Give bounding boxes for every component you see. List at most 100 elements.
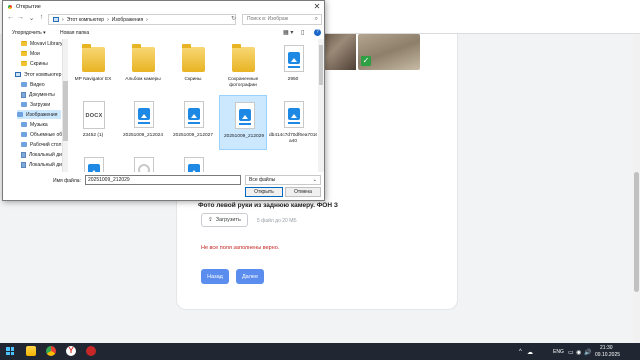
filename-input[interactable]: 20251009_212029 (85, 175, 241, 185)
file-item[interactable]: 20251009_212027 (169, 95, 217, 150)
preview-pane-icon[interactable]: ▯ (301, 29, 304, 36)
sidebar-item[interactable]: Загрузки (21, 100, 50, 109)
folder-icon (82, 44, 105, 72)
photo-band (239, 123, 251, 125)
file-name: 23452 (1) (82, 133, 104, 138)
filetype-select[interactable]: Все файлы ⌄ (245, 175, 321, 185)
up-arrow-icon[interactable]: ↑ (37, 14, 46, 21)
file-item[interactable] (169, 151, 217, 172)
photo-band (138, 122, 150, 124)
organize-menu[interactable]: Упорядочить ▾ (12, 30, 46, 36)
sidebar-item[interactable]: Документы (21, 90, 55, 99)
clock-date[interactable]: 09.10.2025 (595, 352, 620, 358)
next-button[interactable]: Далее (236, 269, 264, 284)
sidebar-item[interactable]: Этот компьютер (15, 70, 61, 79)
chrome-taskbar-icon[interactable] (46, 346, 56, 356)
file-item[interactable] (119, 151, 167, 172)
breadcrumb-this-pc[interactable]: Этот компьютер (67, 17, 104, 23)
sidebar-item[interactable]: Локальный дис (21, 160, 63, 169)
sidebar-item-label: Загрузки (30, 101, 51, 108)
refresh-icon[interactable]: ↻ (231, 15, 236, 22)
sidebar-item[interactable]: Movavi Library (21, 39, 63, 48)
sidebar-item[interactable]: Изображения (17, 110, 61, 119)
folder-icon (21, 82, 27, 87)
volume-icon[interactable]: 🔊 (584, 349, 591, 356)
files-scrollbar-thumb[interactable] (319, 45, 323, 85)
folder-icon (21, 61, 27, 66)
file-item[interactable]: 20251009_212024 (119, 95, 167, 150)
file-name: 20251009_212027 (172, 133, 214, 138)
open-button[interactable]: Открыть (245, 187, 283, 197)
tray-overflow-icon[interactable]: ^ (519, 349, 522, 355)
help-icon[interactable]: ? (314, 29, 321, 36)
folder-icon (182, 44, 205, 72)
sidebar-item[interactable]: Видео (21, 80, 45, 89)
upload-hint: 5 файл до 20 МБ (257, 218, 297, 224)
photo-glyph (88, 164, 100, 172)
sidebar-item-label: Рабочий стол (30, 141, 62, 148)
view-options-icon[interactable]: ▦ ▾ (283, 29, 293, 36)
clock-time[interactable]: 21:30 (600, 345, 613, 351)
breadcrumb-pictures[interactable]: Изображения (112, 17, 143, 23)
recent-dropdown-icon[interactable]: ⌄ (27, 14, 36, 22)
uploaded-photo-thumb-1[interactable] (322, 34, 356, 70)
file-item[interactable]: MP Navigator EX (69, 39, 117, 94)
network-icon[interactable]: ◉ (576, 349, 581, 356)
photo-glyph (288, 108, 300, 120)
image-file-icon (84, 157, 104, 172)
upload-icon: ⇪ (208, 217, 213, 223)
yandex-browser-icon[interactable]: Y (66, 346, 76, 356)
sidebar-item[interactable]: Мои (21, 49, 40, 58)
address-bar[interactable]: › Этот компьютер › Изображения › (48, 14, 236, 25)
filename-label: Имя файла: (53, 178, 81, 184)
new-folder-button[interactable]: Новая папка (60, 30, 89, 36)
upload-button[interactable]: ⇪ Загрузить (201, 213, 248, 227)
close-icon[interactable]: ✕ (311, 2, 323, 12)
search-input[interactable]: Поиск в: Изображ ⌕ (242, 14, 322, 25)
sidebar-scrollbar-thumb[interactable] (63, 81, 68, 141)
file-explorer-icon[interactable] (26, 346, 36, 356)
file-item[interactable]: db414c7d70df6ea7016b0c2a9d3ed a40 (269, 95, 317, 150)
file-item[interactable]: 20251009_212029 (219, 95, 267, 150)
page-scrollbar-thumb[interactable] (634, 172, 639, 292)
sidebar-item[interactable]: Рабочий стол (21, 140, 61, 149)
drive-icon (21, 151, 26, 158)
back-button[interactable]: Назад (201, 269, 229, 284)
sidebar-item-label: Movavi Library (30, 40, 63, 47)
search-placeholder: Поиск в: Изображ (247, 16, 289, 22)
sidebar-item-label: Этот компьютер (24, 71, 62, 78)
sidebar-item-label: Локальный дис (29, 161, 63, 168)
sidebar-item-label: Мои (30, 50, 40, 57)
file-item[interactable]: Альбом камеры (119, 39, 167, 94)
file-item[interactable]: Скрины (169, 39, 217, 94)
windows-start-icon[interactable] (6, 347, 14, 355)
file-item[interactable]: DOCX 23452 (1) (69, 95, 117, 150)
sidebar-item[interactable]: Локальный дис (21, 150, 62, 159)
display-icon[interactable]: ▭ (568, 349, 574, 356)
file-item[interactable]: Сохраненные фотографии (219, 39, 267, 94)
sidebar-item-label: Объемные объ (30, 131, 63, 138)
check-icon: ✓ (361, 56, 371, 66)
image-file-icon (235, 102, 255, 129)
back-arrow-icon[interactable]: ← (6, 14, 15, 21)
dialog-titlebar[interactable]: Открытие ✕ (3, 1, 324, 13)
breadcrumb-sep[interactable]: › (146, 17, 148, 23)
sidebar-item[interactable]: Объемные объ (21, 130, 63, 139)
cloud-icon[interactable]: ☁ (527, 349, 533, 356)
photo-glyph (288, 52, 300, 64)
file-name: MP Navigator EX (74, 77, 112, 82)
language-indicator[interactable]: ENG (553, 349, 564, 355)
forward-arrow-icon[interactable]: → (16, 14, 25, 21)
cancel-button[interactable]: Отмена (285, 187, 321, 197)
file-item[interactable]: 2950 (269, 39, 317, 94)
photo-glyph (188, 164, 200, 172)
computer-icon (53, 17, 59, 22)
filetype-value: Все файлы (249, 177, 276, 183)
recorder-icon[interactable] (86, 346, 96, 356)
breadcrumb-sep[interactable]: › (107, 17, 109, 23)
sidebar-item[interactable]: Скрины (21, 59, 48, 68)
folder-icon (232, 44, 255, 72)
image-file-icon (284, 45, 304, 72)
file-item[interactable] (69, 151, 117, 172)
sidebar-item[interactable]: Музыка (21, 120, 48, 129)
